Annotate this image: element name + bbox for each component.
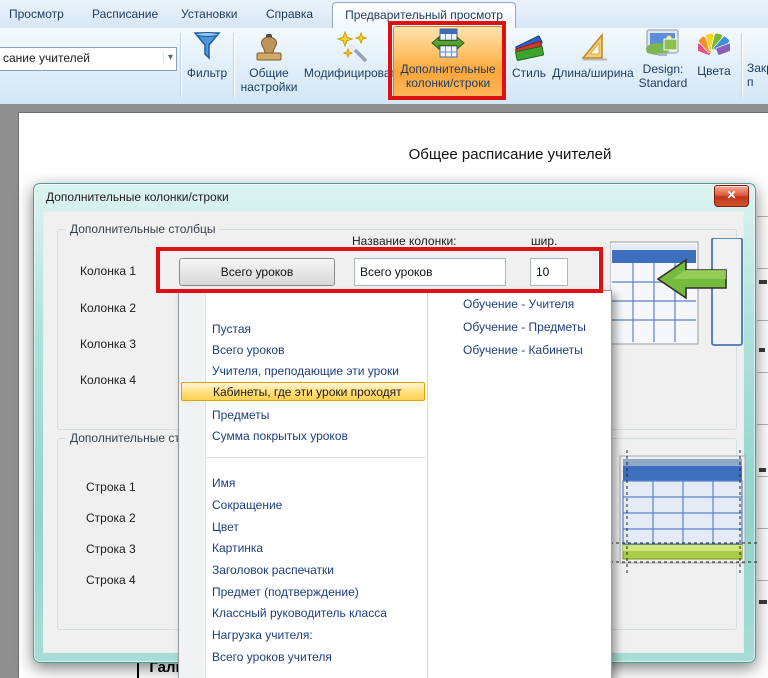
row-1-label: Строка 1 <box>86 480 136 494</box>
general-settings-label-2: настройки <box>241 80 298 94</box>
menu-item-teachers-teaching[interactable]: Учителя, преподающие эти уроки <box>212 361 399 382</box>
menu-column-separator <box>427 291 428 678</box>
toolbar-separator <box>233 33 234 97</box>
column-width-label: шир. <box>531 234 557 248</box>
dialog-title: Дополнительные колонки/строки <box>46 190 229 204</box>
menu-item-teacher-load[interactable]: Нагрузка учителя: <box>212 625 313 646</box>
books-icon <box>512 31 546 66</box>
column-4-label: Колонка 4 <box>80 373 136 387</box>
page-title: Общее расписание учителей <box>360 146 660 163</box>
close-icon: ✕ <box>726 188 736 202</box>
dialog-close-button[interactable]: ✕ <box>714 185 749 207</box>
column-1-type-button[interactable]: Всего уроков <box>179 258 335 286</box>
tab-ustanovki[interactable]: Установки <box>181 0 237 28</box>
design-label-2: Standard <box>639 76 688 90</box>
toolbar-separator <box>180 33 181 97</box>
menu-item-education-classrooms[interactable]: Обучение - Кабинеты <box>463 340 583 361</box>
chevron-down-icon[interactable]: ▾ <box>163 52 173 63</box>
row-4-label: Строка 4 <box>86 573 136 587</box>
menu-item-total-lessons[interactable]: Всего уроков <box>212 340 284 361</box>
page-text-fragment <box>759 600 767 604</box>
menu-item-class-teacher[interactable]: Классный руководитель класса <box>212 603 387 624</box>
app-window: Просмотр Расписание Установки Справка Пр… <box>0 0 768 678</box>
menu-item-printout-header[interactable]: Заголовок распечатки <box>212 560 334 581</box>
tab-raspisanie[interactable]: Расписание <box>92 0 158 28</box>
menu-item-empty[interactable]: Пустая <box>212 319 251 340</box>
column-2-label: Колонка 2 <box>80 301 136 315</box>
page-table-line <box>757 320 768 321</box>
close-preview-label-1: Закр <box>747 61 768 75</box>
menu-gutter <box>179 291 206 678</box>
page-table-line <box>757 372 768 373</box>
colors-button[interactable]: Цвета <box>690 29 738 78</box>
style-button[interactable]: Стиль <box>506 31 552 80</box>
column-1-label: Колонка 1 <box>80 264 136 278</box>
modify-label: Модифицировать <box>304 66 402 80</box>
magic-wand-icon <box>336 31 370 66</box>
page-table-line <box>757 268 768 269</box>
length-width-label: Длина/ширина <box>552 66 633 80</box>
page-table-line <box>757 424 768 425</box>
menu-item-picture[interactable]: Картинка <box>212 538 263 559</box>
tab-spravka[interactable]: Справка <box>266 0 313 28</box>
filter-button[interactable]: Фильтр <box>184 31 230 80</box>
combo-value: сание учителей <box>3 51 90 65</box>
page-text-fragment <box>759 348 765 352</box>
menu-item-subject-approval[interactable]: Предмет (подтверждение) <box>212 582 359 603</box>
column-1-width-input[interactable] <box>530 258 568 286</box>
extra-columns-label-2: колонки/строки <box>406 76 490 90</box>
general-settings-button[interactable]: Общие настройки <box>236 31 302 94</box>
row-2-label: Строка 2 <box>86 511 136 525</box>
monitor-icon <box>645 29 681 62</box>
tab-preview-active[interactable]: Предварительный просмотр <box>332 2 516 29</box>
page-table-line <box>757 216 768 217</box>
add-row-illustration <box>600 448 762 585</box>
extra-columns-rows-button[interactable]: Дополнительные колонки/строки <box>393 26 503 99</box>
menu-item-education-subjects[interactable]: Обучение - Предметы <box>463 317 586 338</box>
filter-label: Фильтр <box>187 66 227 80</box>
column-type-menu: Пустая Всего уроков Учителя, преподающие… <box>178 290 612 678</box>
menu-item-education-teachers[interactable]: Обучение - Учителя <box>463 294 574 315</box>
row-3-label: Строка 3 <box>86 542 136 556</box>
color-fan-icon <box>698 29 730 64</box>
menu-item-covered-lessons[interactable]: Сумма покрытых уроков <box>212 426 348 447</box>
filter-funnel-icon <box>192 31 222 66</box>
column-name-label: Название колонки: <box>352 234 456 248</box>
general-settings-label-1: Общие <box>249 66 288 80</box>
page-text-fragment <box>759 280 767 284</box>
menu-item-name[interactable]: Имя <box>212 473 235 494</box>
schedule-selector-combo[interactable]: сание учителей ▾ <box>0 47 177 71</box>
menu-item-teacher-total-lessons[interactable]: Всего уроков учителя <box>212 647 332 668</box>
stamp-icon <box>253 31 285 66</box>
extra-columns-icon <box>431 27 465 62</box>
colors-label: Цвета <box>697 64 730 78</box>
extra-columns-label-1: Дополнительные <box>401 62 496 76</box>
design-button[interactable]: Design: Standard <box>636 29 690 90</box>
menu-separator <box>206 457 426 458</box>
add-column-illustration <box>610 238 752 355</box>
close-preview-label-2: п <box>747 75 754 89</box>
close-preview-button[interactable]: Закр п <box>742 29 768 89</box>
style-label: Стиль <box>512 66 546 80</box>
columns-group-label: Дополнительные столбцы <box>66 222 219 236</box>
design-label-1: Design: <box>643 62 684 76</box>
column-1-name-input[interactable] <box>354 258 506 286</box>
menu-item-subjects[interactable]: Предметы <box>212 405 269 426</box>
menu-item-color[interactable]: Цвет <box>212 517 239 538</box>
column-3-label: Колонка 3 <box>80 337 136 351</box>
menu-item-abbreviation[interactable]: Сокращение <box>212 495 282 516</box>
length-width-button[interactable]: Длина/ширина <box>548 31 638 80</box>
menu-item-classrooms-highlighted[interactable]: Кабинеты, где эти уроки проходят <box>181 382 425 401</box>
set-square-icon <box>576 31 610 66</box>
tab-prosmotr[interactable]: Просмотр <box>9 0 64 28</box>
